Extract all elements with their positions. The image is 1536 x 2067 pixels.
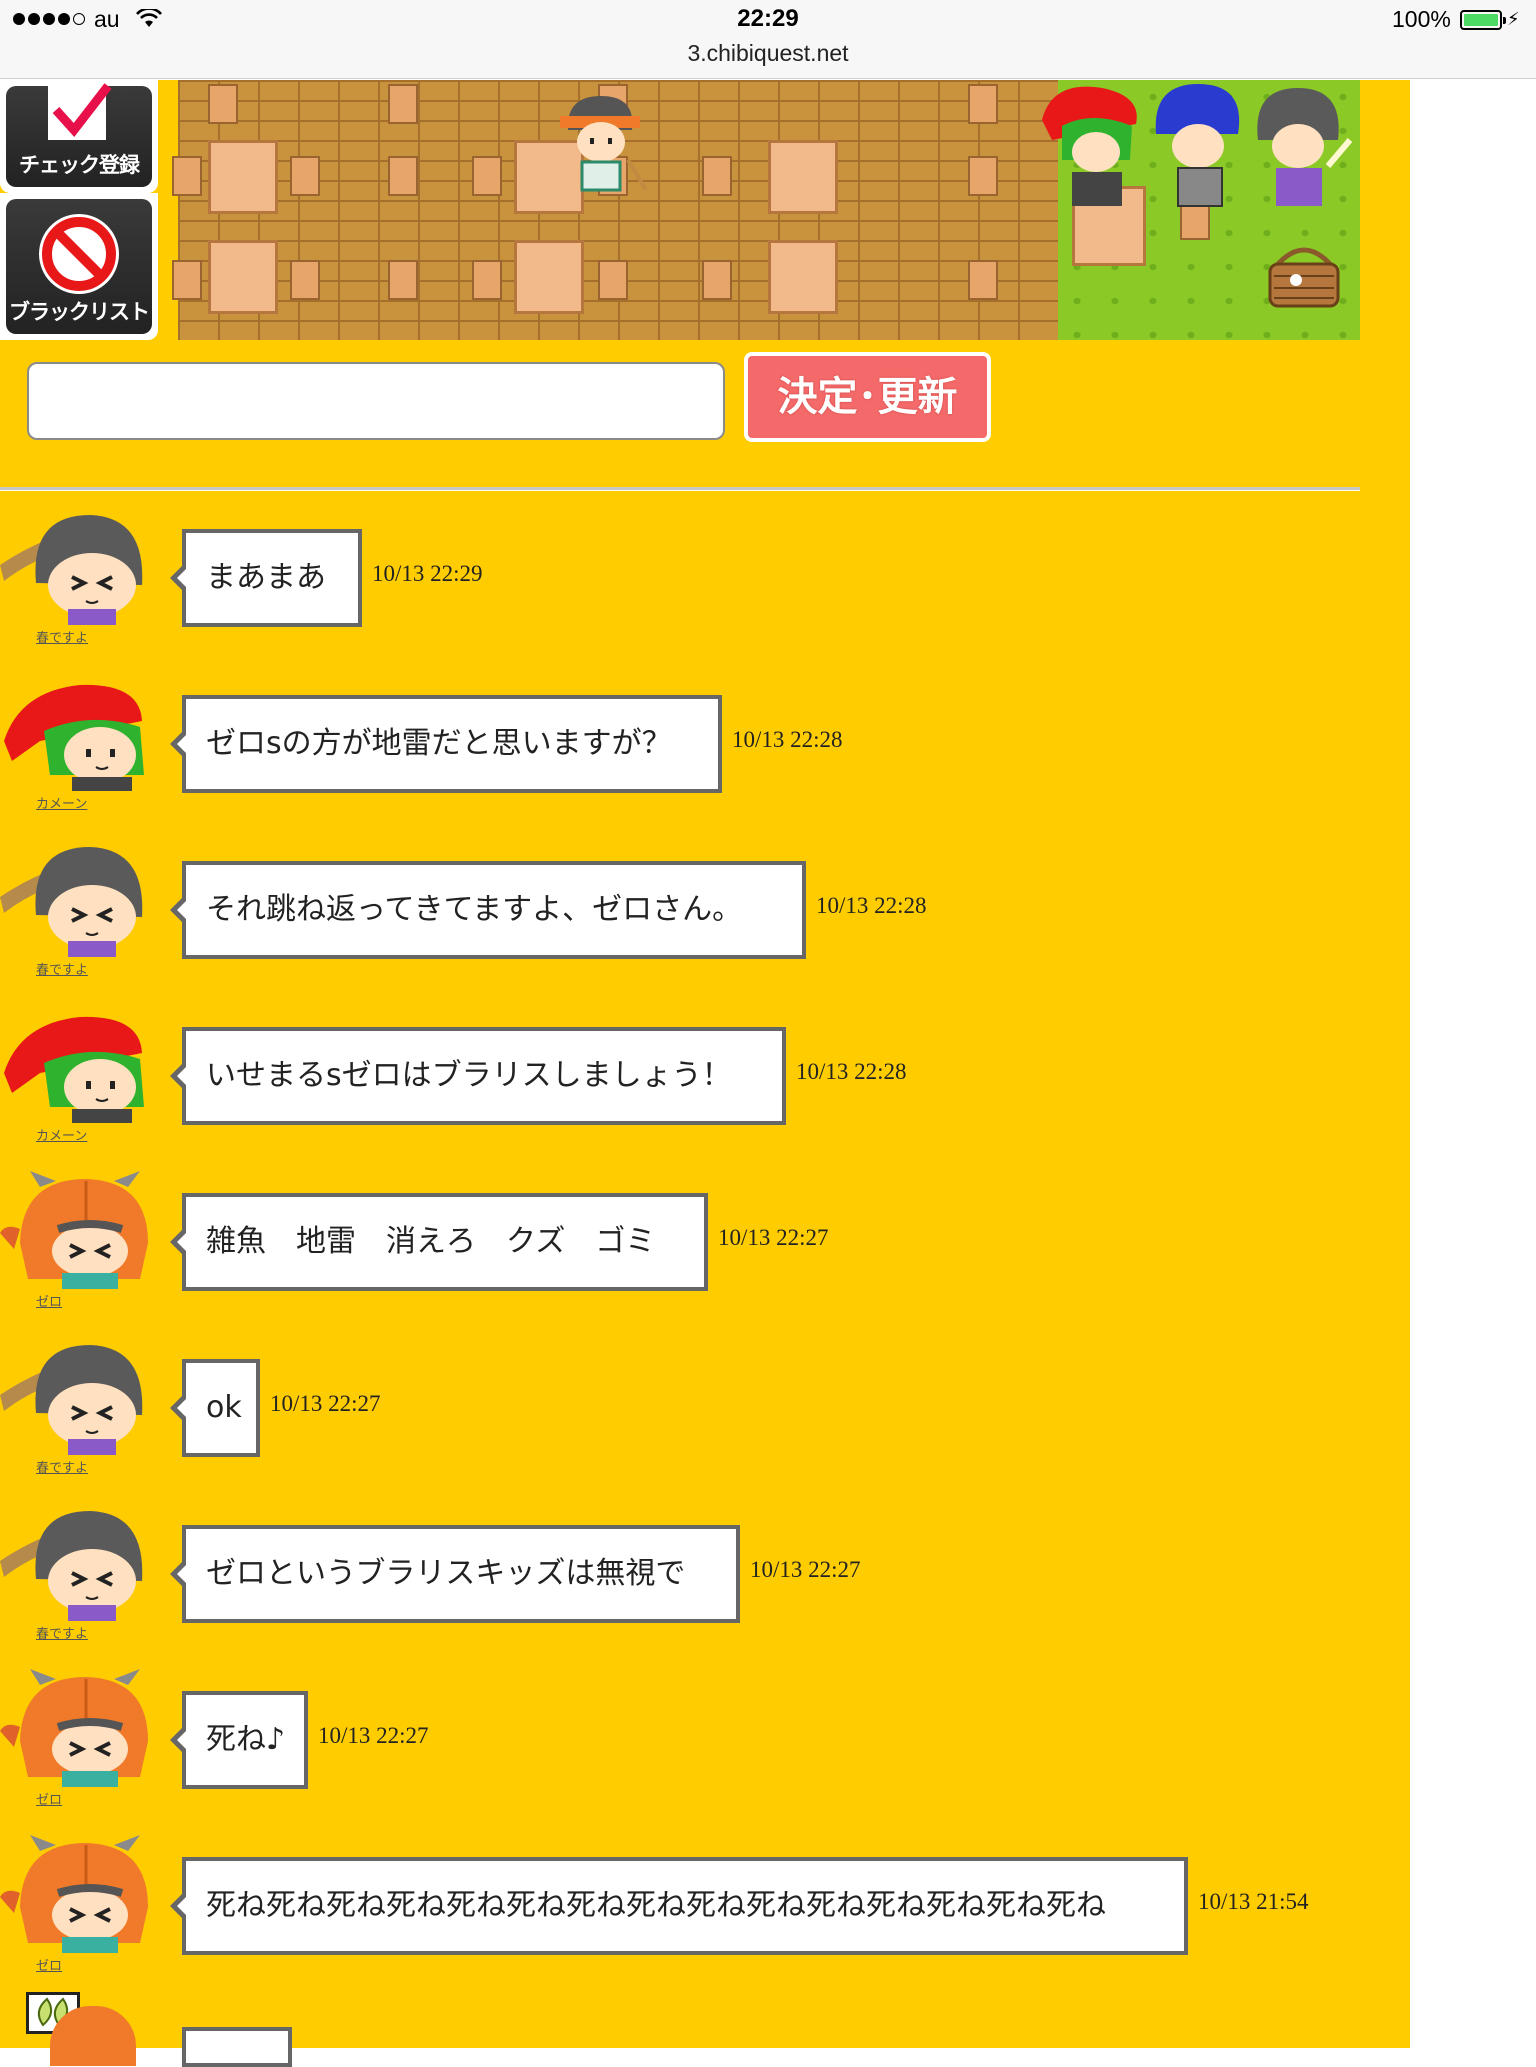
chat-bubble: 死ね死ね死ね死ね死ね死ね死ね死ね死ね死ね死ね死ね死ね死ね死ね bbox=[170, 1857, 1188, 1955]
message-timestamp: 10/13 22:28 bbox=[796, 1059, 907, 1084]
chair-sprite bbox=[968, 156, 998, 196]
message-input[interactable] bbox=[27, 362, 725, 440]
username-link[interactable]: 春ですよ bbox=[36, 959, 88, 978]
basket-sprite bbox=[1268, 247, 1340, 308]
avatar[interactable] bbox=[0, 1833, 150, 1953]
avatar[interactable] bbox=[0, 1667, 150, 1787]
charging-bolt-icon: ⚡ bbox=[1507, 9, 1520, 30]
avatar[interactable] bbox=[0, 505, 150, 625]
prohibited-icon bbox=[39, 214, 119, 294]
chat-message: カメーン ゼロsの方が地雷だと思いますが？ 10/13 22:28 bbox=[0, 671, 1410, 837]
check-register-button[interactable]: チェック登録 bbox=[0, 80, 158, 193]
avatar[interactable] bbox=[0, 1169, 150, 1289]
chat-message: ゼロ 死ね♪ 10/13 22:27 bbox=[0, 1667, 1410, 1833]
chair-sprite bbox=[172, 156, 202, 196]
waiter-character-sprite bbox=[560, 96, 648, 192]
table-sprite bbox=[768, 140, 838, 214]
chat-message: 春ですよ ゼロというブラリスキッズは無視で 10/13 22:27 bbox=[0, 1501, 1410, 1667]
divider bbox=[0, 487, 1360, 491]
submit-refresh-button[interactable]: 決定･更新 bbox=[744, 352, 991, 442]
username-link[interactable]: カメーン bbox=[36, 793, 87, 812]
message-timestamp: 10/13 21:54 bbox=[1198, 1889, 1309, 1914]
message-timestamp: 10/13 22:27 bbox=[318, 1723, 429, 1748]
message-timestamp: 10/13 22:27 bbox=[270, 1391, 381, 1416]
chat-bubble: まあまあ bbox=[170, 529, 362, 627]
username-link[interactable]: ゼロ bbox=[36, 1789, 62, 1808]
message-timestamp: 10/13 22:27 bbox=[718, 1225, 829, 1250]
address-bar-url[interactable]: 3.chibiquest.net bbox=[0, 40, 1536, 67]
chat-message: 春ですよ ok 10/13 22:27 bbox=[0, 1335, 1410, 1501]
chair-sprite bbox=[290, 156, 320, 196]
checkmark-icon bbox=[48, 83, 112, 140]
message-timestamp: 10/13 22:28 bbox=[732, 727, 843, 752]
table-sprite bbox=[208, 140, 278, 214]
chair-sprite bbox=[968, 260, 998, 300]
table-sprite bbox=[768, 240, 838, 314]
username-link[interactable]: 春ですよ bbox=[36, 1457, 88, 1476]
chat-bubble bbox=[182, 2027, 292, 2067]
chair-sprite bbox=[172, 260, 202, 300]
status-time: 22:29 bbox=[737, 5, 799, 32]
message-timestamp: 10/13 22:28 bbox=[816, 893, 927, 918]
chat-message: 春ですよ それ跳ね返ってきてますよ、ゼロさん。 10/13 22:28 bbox=[0, 837, 1410, 1003]
avatar[interactable] bbox=[0, 671, 150, 791]
chair-sprite bbox=[702, 156, 732, 196]
chat-bubble: それ跳ね返ってきてますよ、ゼロさん。 bbox=[170, 861, 806, 959]
chair-sprite bbox=[598, 260, 628, 300]
chat-bubble: 雑魚 地雷 消えろ クズ ゴミ bbox=[170, 1193, 708, 1291]
chair-sprite bbox=[290, 260, 320, 300]
username-link[interactable]: ゼロ bbox=[36, 1291, 62, 1310]
table-sprite bbox=[514, 240, 584, 314]
avatar[interactable] bbox=[0, 1003, 150, 1123]
message-timestamp: 10/13 22:29 bbox=[372, 561, 483, 586]
chat-message: ゼロ 死ね死ね死ね死ね死ね死ね死ね死ね死ね死ね死ね死ね死ね死ね死ね 10/13 21… bbox=[0, 1833, 1410, 1999]
table-sprite bbox=[208, 240, 278, 314]
check-register-label: チェック登録 bbox=[19, 153, 140, 177]
chat-bubble: いせまるsゼロはブラリスしましょう！ bbox=[170, 1027, 786, 1125]
page-margin bbox=[1410, 80, 1536, 2048]
gray-hair-character-sprite bbox=[1257, 88, 1353, 206]
username-link[interactable]: ゼロ bbox=[36, 1955, 62, 1974]
chat-bubble: ok bbox=[170, 1359, 260, 1457]
chat-bubble: ゼロsの方が地雷だと思いますが？ bbox=[170, 695, 722, 793]
avatar[interactable] bbox=[0, 1501, 150, 1621]
chair-sprite bbox=[208, 84, 238, 124]
username-link[interactable]: カメーン bbox=[36, 1125, 87, 1144]
blacklist-button[interactable]: ブラックリスト bbox=[0, 193, 158, 340]
chair-sprite bbox=[472, 156, 502, 196]
chair-sprite bbox=[968, 84, 998, 124]
avatar[interactable] bbox=[0, 1335, 150, 1455]
chair-sprite bbox=[388, 156, 418, 196]
username-link[interactable]: 春ですよ bbox=[36, 1623, 88, 1642]
blue-hair-character-sprite bbox=[1155, 84, 1240, 207]
blacklist-label: ブラックリスト bbox=[9, 300, 150, 324]
username-link[interactable]: 春ですよ bbox=[36, 627, 88, 646]
red-bandana-character-sprite bbox=[1042, 86, 1137, 206]
chat-bubble: ゼロというブラリスキッズは無視で bbox=[170, 1525, 740, 1623]
chair-sprite bbox=[388, 260, 418, 300]
battery-icon bbox=[1460, 10, 1506, 30]
chair-sprite bbox=[702, 260, 732, 300]
chair-sprite bbox=[388, 84, 418, 124]
message-timestamp: 10/13 22:27 bbox=[750, 1557, 861, 1582]
status-bar: au 22:29 3.chibiquest.net 100% ⚡ bbox=[0, 0, 1536, 79]
chat-bubble: 死ね♪ bbox=[170, 1691, 308, 1789]
grass-scene bbox=[1042, 80, 1360, 340]
chat-message: 春ですよ まあまあ 10/13 22:29 bbox=[0, 505, 1410, 671]
chat-message: カメーン いせまるsゼロはブラリスしましょう！ 10/13 22:28 bbox=[0, 1003, 1410, 1169]
chair-sprite bbox=[472, 260, 502, 300]
avatar[interactable] bbox=[0, 837, 150, 957]
tavern-scene bbox=[172, 80, 1058, 340]
battery-percent: 100% bbox=[1392, 6, 1451, 32]
chat-message: ゼロ 雑魚 地雷 消えろ クズ ゴミ 10/13 22:27 bbox=[0, 1169, 1410, 1335]
